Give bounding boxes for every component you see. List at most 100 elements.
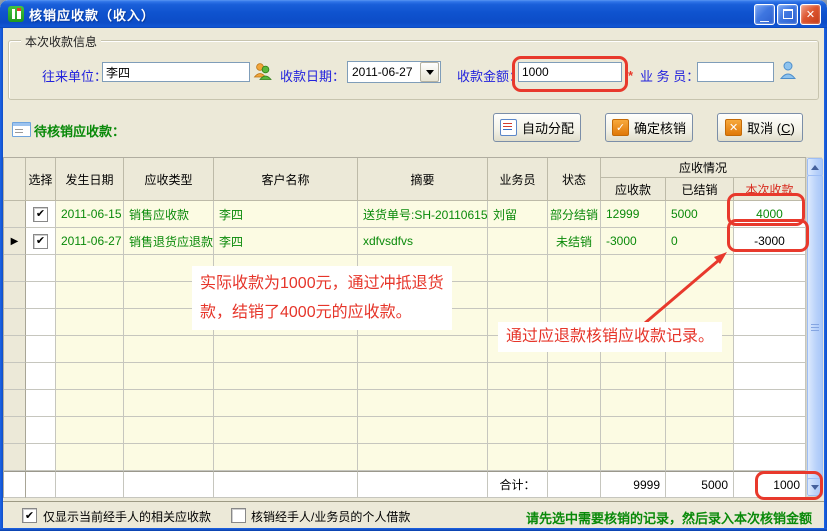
table-cell-empty[interactable] xyxy=(601,417,666,444)
cell-salesman[interactable] xyxy=(488,228,548,255)
table-cell-empty[interactable] xyxy=(56,390,124,417)
table-cell-empty[interactable] xyxy=(734,255,806,282)
cell-summary[interactable]: 送货单号:SH-20110615- xyxy=(358,201,488,228)
table-cell-empty[interactable] xyxy=(56,336,124,363)
column-header-customer[interactable]: 客户名称 xyxy=(214,158,358,201)
table-cell-empty[interactable] xyxy=(56,444,124,471)
column-header-settled[interactable]: 已结销 xyxy=(666,178,734,201)
chevron-down-icon[interactable] xyxy=(420,62,439,82)
vertical-scrollbar[interactable] xyxy=(806,157,822,497)
table-cell-empty[interactable] xyxy=(488,444,548,471)
column-header-salesman[interactable]: 业务员 xyxy=(488,158,548,201)
filter-current-handler-label[interactable]: 仅显示当前经手人的相关应收款 xyxy=(43,508,211,525)
column-header-status[interactable]: 状态 xyxy=(548,158,601,201)
table-cell-empty[interactable] xyxy=(601,282,666,309)
cell-status[interactable]: 未结销 xyxy=(548,228,601,255)
table-cell-empty[interactable] xyxy=(26,255,56,282)
table-cell-empty[interactable] xyxy=(548,444,601,471)
table-cell-empty[interactable] xyxy=(734,363,806,390)
table-cell-empty[interactable] xyxy=(666,363,734,390)
column-header-summary[interactable]: 摘要 xyxy=(358,158,488,201)
table-cell-empty[interactable] xyxy=(488,390,548,417)
cell-type[interactable]: 销售退货应退款 xyxy=(124,228,214,255)
table-cell-empty[interactable] xyxy=(601,390,666,417)
cell-type[interactable]: 销售应收款 xyxy=(124,201,214,228)
table-cell-empty[interactable] xyxy=(214,336,358,363)
column-header-date[interactable]: 发生日期 xyxy=(56,158,124,201)
table-cell-empty[interactable] xyxy=(214,417,358,444)
cell-status[interactable]: 部分结销 xyxy=(548,201,601,228)
writeoff-personal-loan-checkbox[interactable] xyxy=(231,508,246,523)
table-cell-empty[interactable] xyxy=(734,309,806,336)
table-cell-empty[interactable] xyxy=(26,282,56,309)
table-cell-empty[interactable] xyxy=(26,444,56,471)
auto-assign-button[interactable]: 自动分配 xyxy=(493,113,581,142)
scrollbar-thumb[interactable] xyxy=(807,175,823,481)
cell-customer[interactable]: 李四 xyxy=(214,201,358,228)
table-cell-empty[interactable] xyxy=(56,417,124,444)
table-cell-empty[interactable] xyxy=(124,444,214,471)
table-cell-empty[interactable] xyxy=(26,309,56,336)
row-checkbox[interactable] xyxy=(33,234,48,249)
table-cell-empty[interactable] xyxy=(26,390,56,417)
table-cell-empty[interactable] xyxy=(124,336,214,363)
table-cell-empty[interactable] xyxy=(124,363,214,390)
close-button[interactable]: ✕ xyxy=(800,4,821,25)
table-cell-empty[interactable] xyxy=(548,255,601,282)
cell-settled[interactable]: 5000 xyxy=(666,201,734,228)
table-cell-empty[interactable] xyxy=(666,417,734,444)
table-cell-empty[interactable] xyxy=(56,363,124,390)
cell-customer[interactable]: 李四 xyxy=(214,228,358,255)
people-icon[interactable] xyxy=(252,61,272,81)
cell-settled[interactable]: 0 xyxy=(666,228,734,255)
cell-current-editing[interactable]: -3000 xyxy=(734,228,806,255)
row-select-cell[interactable] xyxy=(26,201,56,228)
minimize-button[interactable]: — xyxy=(754,4,775,25)
cell-salesman[interactable]: 刘留 xyxy=(488,201,548,228)
table-cell-empty[interactable] xyxy=(26,336,56,363)
table-cell-empty[interactable] xyxy=(358,336,488,363)
person-icon[interactable] xyxy=(779,60,797,80)
cell-summary[interactable]: xdfvsdfvs xyxy=(358,228,488,255)
column-header-receivable[interactable]: 应收款 xyxy=(601,178,666,201)
scroll-up-button[interactable] xyxy=(807,158,823,176)
table-cell-empty[interactable] xyxy=(548,417,601,444)
filter-current-handler-checkbox[interactable] xyxy=(22,508,37,523)
confirm-writeoff-button[interactable]: ✓ 确定核销 xyxy=(605,113,693,142)
table-cell-empty[interactable] xyxy=(666,444,734,471)
column-header-current[interactable]: 本次收款 xyxy=(734,178,806,201)
cell-receivable[interactable]: -3000 xyxy=(601,228,666,255)
table-cell-empty[interactable] xyxy=(56,255,124,282)
table-cell-empty[interactable] xyxy=(734,336,806,363)
row-gutter-active[interactable]: ▶ xyxy=(4,228,26,255)
table-cell-empty[interactable] xyxy=(26,363,56,390)
table-cell-empty[interactable] xyxy=(488,255,548,282)
table-cell-empty[interactable] xyxy=(214,444,358,471)
writeoff-personal-loan-label[interactable]: 核销经手人/业务员的个人借款 xyxy=(251,508,410,525)
maximize-button[interactable] xyxy=(777,4,798,25)
table-cell-empty[interactable] xyxy=(734,390,806,417)
table-cell-empty[interactable] xyxy=(666,390,734,417)
partner-input[interactable] xyxy=(102,62,250,82)
table-cell-empty[interactable] xyxy=(56,282,124,309)
salesman-input[interactable] xyxy=(697,62,774,82)
table-cell-empty[interactable] xyxy=(548,363,601,390)
table-cell-empty[interactable] xyxy=(358,417,488,444)
cell-date[interactable]: 2011-06-15 xyxy=(56,201,124,228)
table-cell-empty[interactable] xyxy=(548,390,601,417)
table-cell-empty[interactable] xyxy=(601,444,666,471)
row-checkbox[interactable] xyxy=(33,207,48,222)
table-cell-empty[interactable] xyxy=(488,282,548,309)
scroll-down-button[interactable] xyxy=(807,478,823,496)
cell-current-editable[interactable]: 4000 xyxy=(734,201,806,228)
column-header-select[interactable]: 选择 xyxy=(26,158,56,201)
table-cell-empty[interactable] xyxy=(56,309,124,336)
amount-input[interactable] xyxy=(518,62,622,82)
table-cell-empty[interactable] xyxy=(214,390,358,417)
table-cell-empty[interactable] xyxy=(214,363,358,390)
table-cell-empty[interactable] xyxy=(734,444,806,471)
row-select-cell[interactable] xyxy=(26,228,56,255)
table-cell-empty[interactable] xyxy=(666,255,734,282)
cancel-button[interactable]: ✕ 取消 (C) xyxy=(717,113,803,142)
table-cell-empty[interactable] xyxy=(601,255,666,282)
